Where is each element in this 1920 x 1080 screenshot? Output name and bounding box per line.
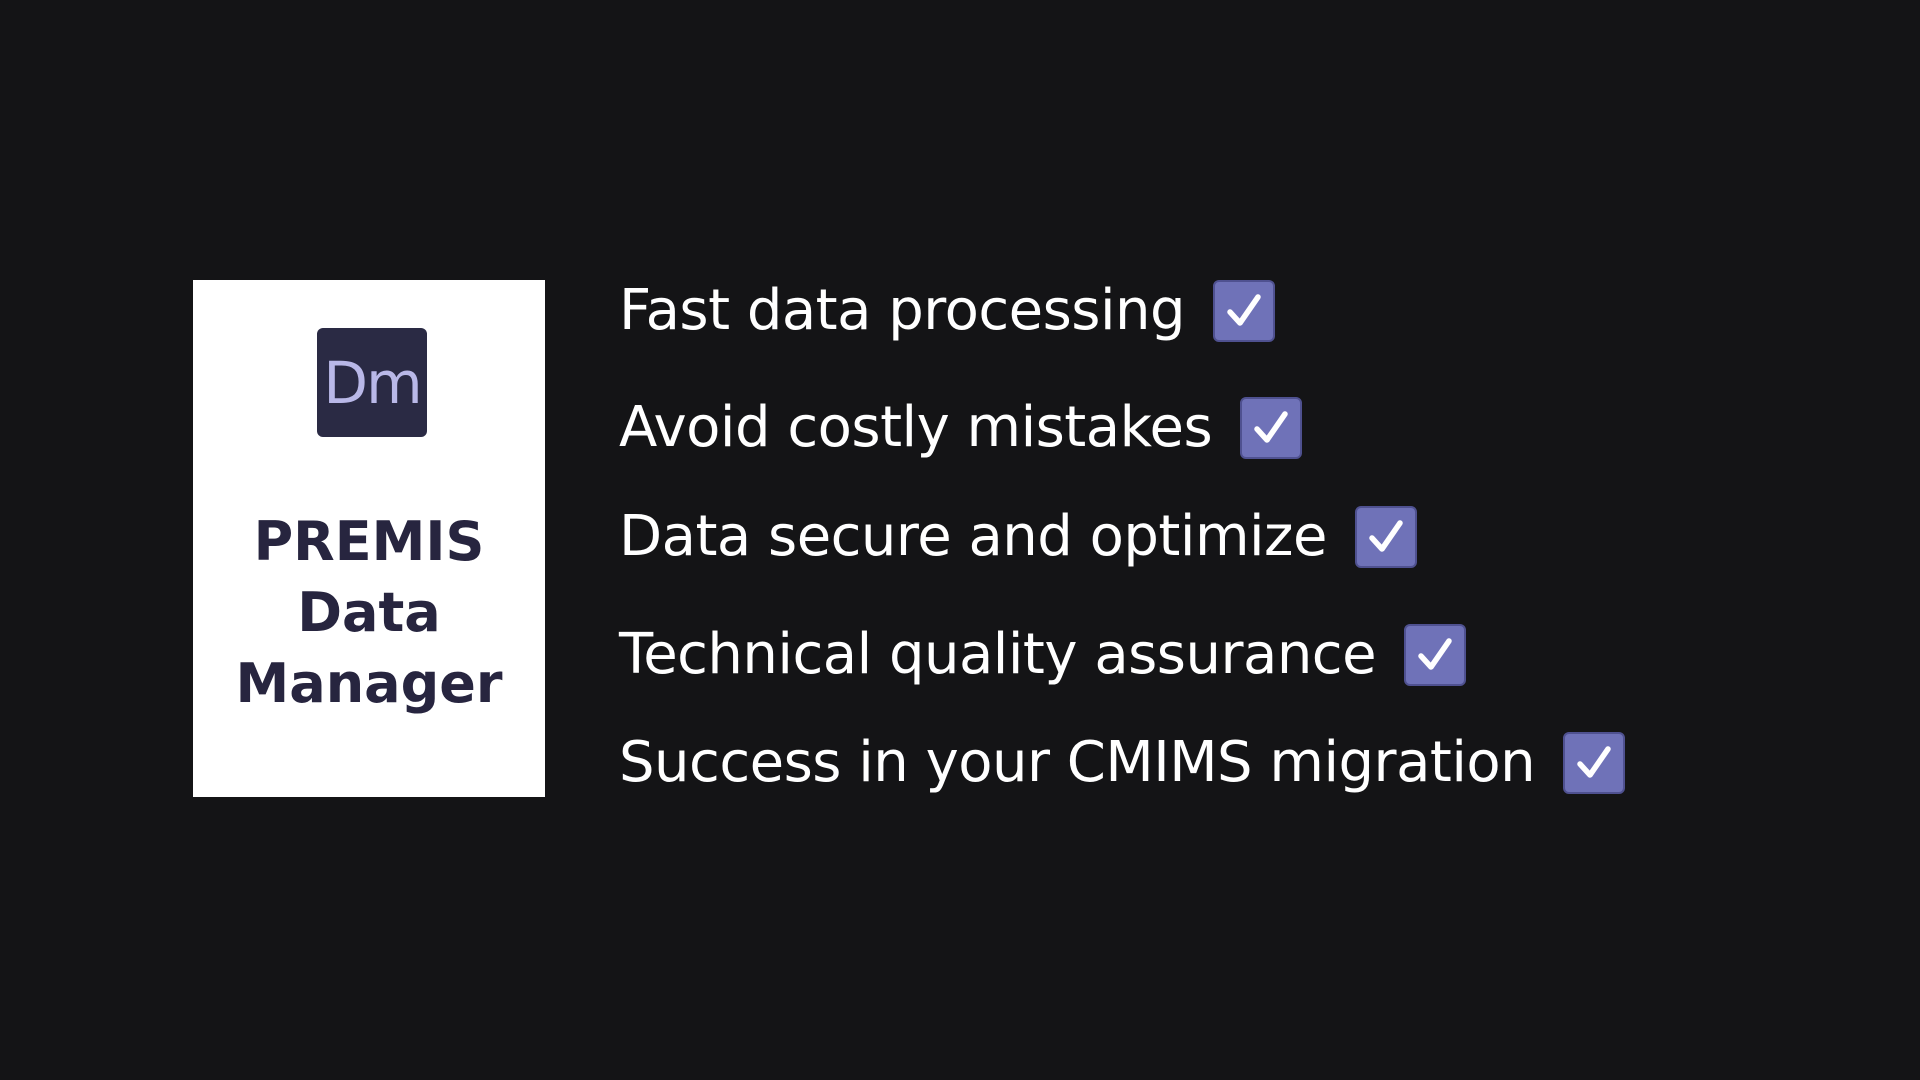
checkmark-icon (1418, 638, 1452, 670)
product-title-line-2: Data (297, 581, 441, 644)
feature-label: Fast data processing (619, 278, 1186, 343)
slide: Dm PREMIS Data Manager Fast data process… (0, 0, 1920, 1080)
checkmark-icon (1577, 746, 1611, 778)
checkbox-checked-icon (1240, 397, 1303, 459)
checkbox-checked-icon (1404, 624, 1467, 686)
checkmark-icon (1227, 294, 1261, 326)
product-title-line-1: PREMIS (253, 510, 485, 573)
feature-label: Avoid costly mistakes (619, 395, 1213, 460)
checkmark-icon (1369, 520, 1403, 552)
feature-item: Technical quality assurance (619, 622, 1467, 688)
checkbox-checked-icon (1563, 732, 1626, 794)
feature-item: Data secure and optimize (619, 504, 1417, 570)
feature-item: Success in your CMIMS migration (619, 730, 1626, 796)
feature-item: Avoid costly mistakes (619, 395, 1303, 461)
feature-item: Fast data processing (619, 278, 1276, 344)
checkbox-checked-icon (1354, 506, 1417, 568)
dm-app-icon: Dm (317, 328, 427, 437)
product-title-line-3: Manager (235, 652, 503, 715)
feature-label: Data secure and optimize (619, 504, 1327, 569)
app-icon-label: Dm (323, 348, 422, 417)
checkmark-icon (1254, 411, 1288, 443)
checkbox-checked-icon (1213, 280, 1276, 342)
feature-list: Fast data processing Avoid costly mistak… (619, 0, 1899, 1080)
feature-label: Technical quality assurance (619, 622, 1377, 687)
product-card: Dm PREMIS Data Manager (193, 280, 545, 797)
feature-label: Success in your CMIMS migration (619, 730, 1536, 795)
product-title: PREMIS Data Manager (193, 506, 545, 719)
